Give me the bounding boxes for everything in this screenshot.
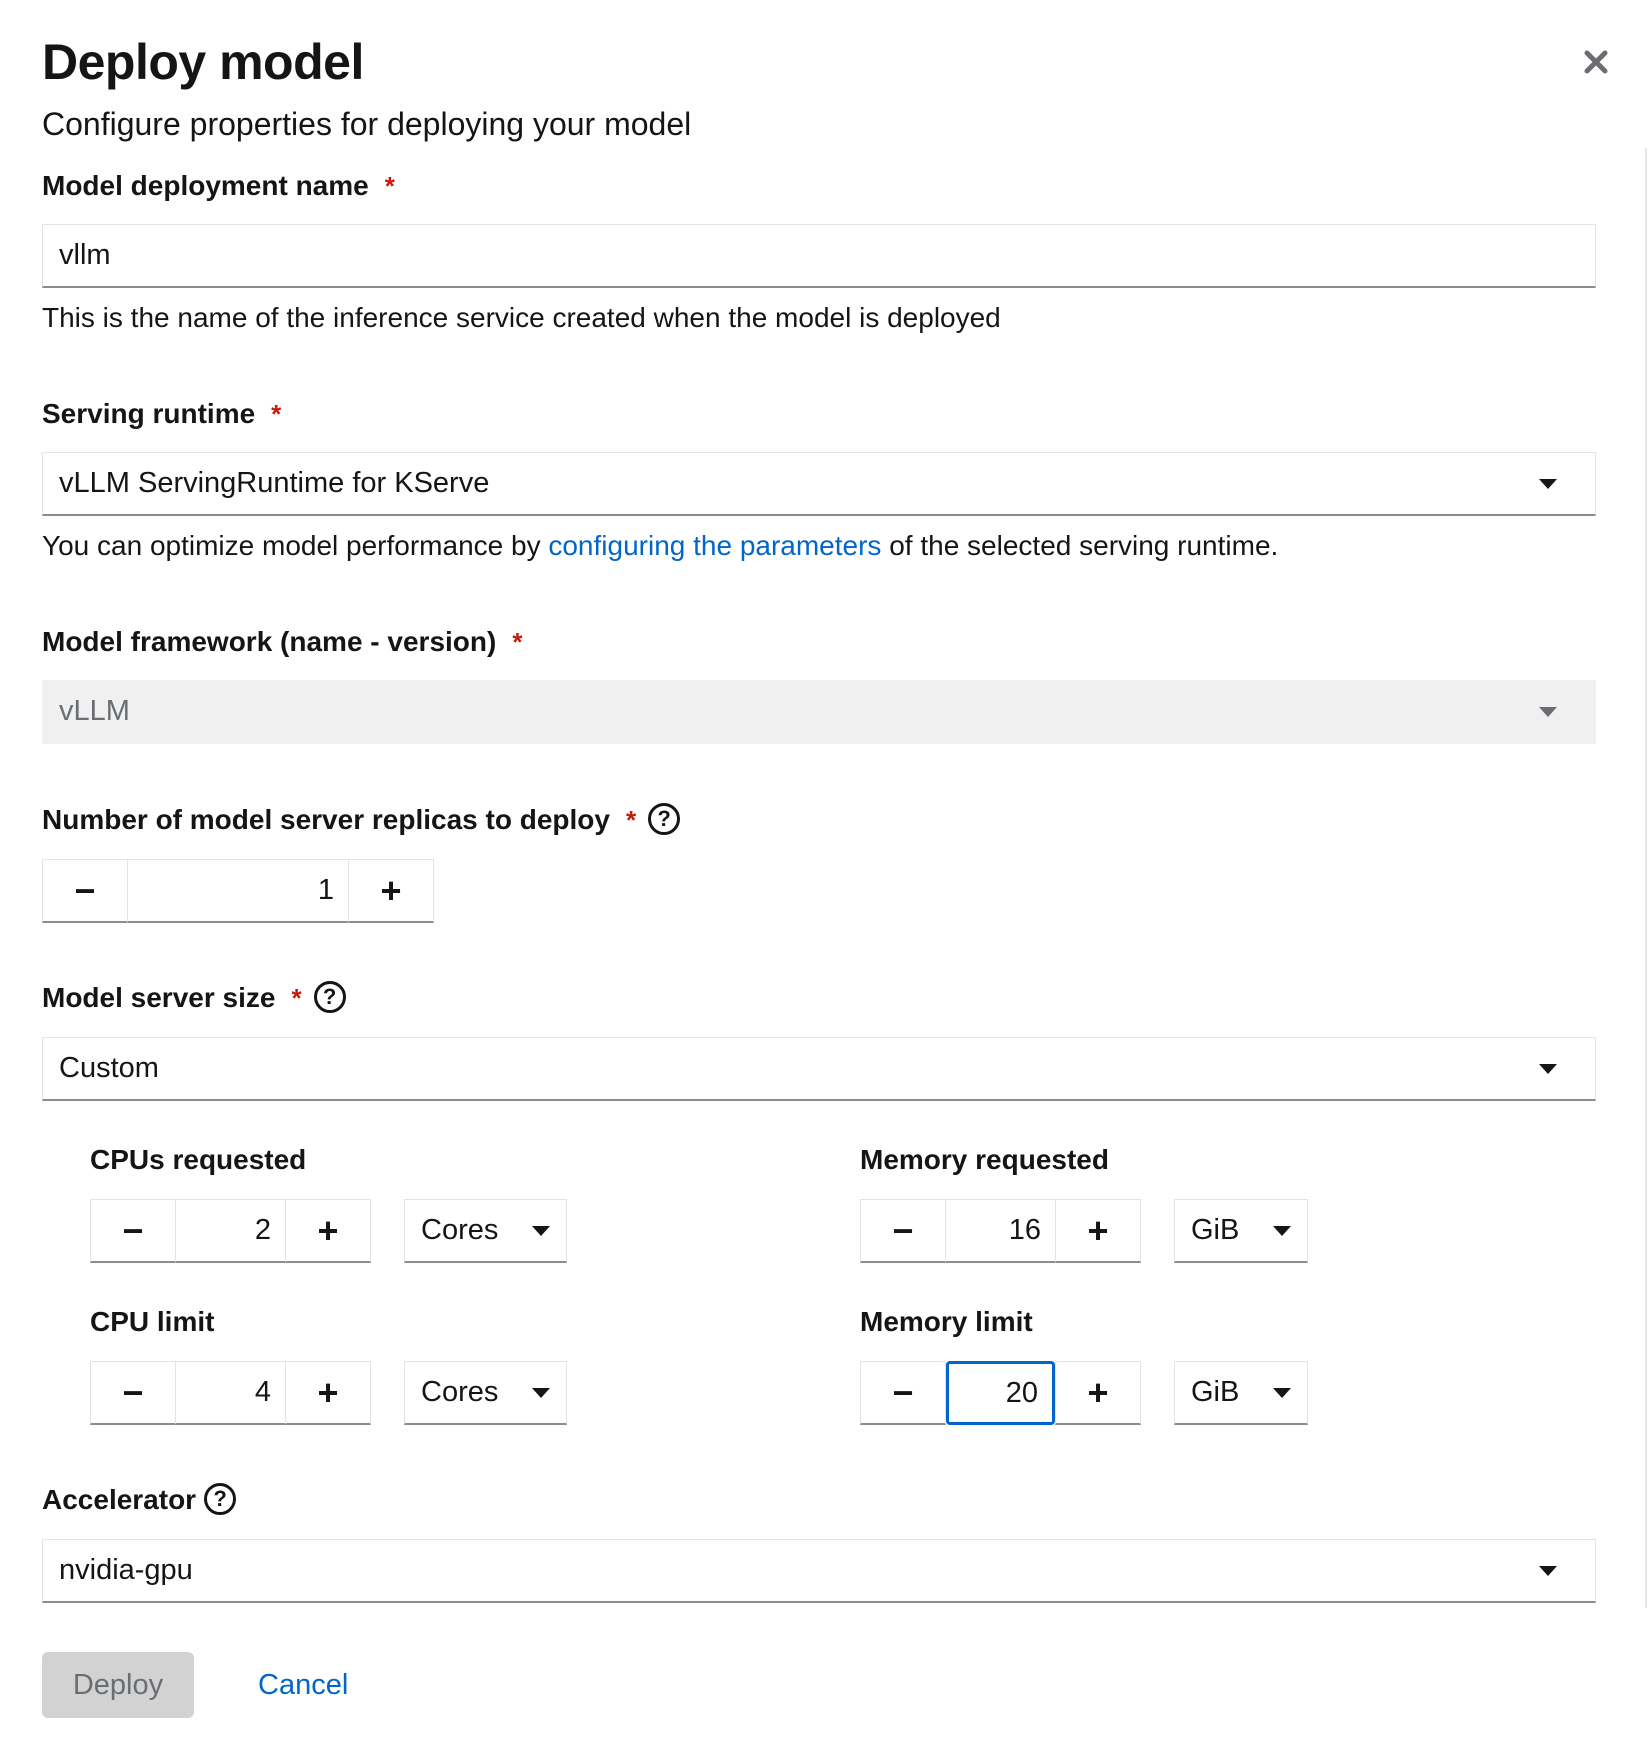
required-marker: *: [512, 627, 523, 657]
replicas-input[interactable]: 1: [128, 859, 348, 923]
memory-requested-input[interactable]: 16: [946, 1199, 1055, 1263]
help-icon[interactable]: ?: [204, 1482, 237, 1515]
replicas-stepper: − 1 +: [42, 859, 434, 923]
required-marker: *: [384, 171, 395, 201]
model-framework-select: vLLM: [42, 680, 1596, 744]
cpus-requested-input[interactable]: 2: [176, 1199, 285, 1263]
serving-runtime-label: Serving runtime *: [42, 398, 282, 429]
cpus-requested-stepper: − 2 +: [90, 1199, 371, 1263]
server-size-label: Model server size *?: [42, 980, 346, 1016]
memory-limit-stepper: − 20 +: [860, 1361, 1141, 1425]
caret-down-icon: [1539, 1565, 1557, 1576]
decrement-button[interactable]: −: [42, 859, 128, 923]
cpu-limit-label: CPU limit: [90, 1306, 215, 1337]
deploy-button[interactable]: Deploy: [42, 1652, 194, 1718]
configure-parameters-link[interactable]: configuring the parameters: [548, 530, 881, 561]
modal-title: Deploy model: [42, 34, 364, 90]
decrement-button[interactable]: −: [860, 1361, 946, 1425]
server-size-select[interactable]: Custom: [42, 1037, 1596, 1101]
caret-down-icon: [1539, 706, 1557, 717]
memory-requested-stepper: − 16 +: [860, 1199, 1141, 1263]
increment-button[interactable]: +: [285, 1199, 371, 1263]
required-marker: *: [271, 399, 282, 429]
increment-button[interactable]: +: [348, 859, 434, 923]
close-button[interactable]: [1578, 44, 1614, 80]
cpu-limit-unit-select[interactable]: Cores: [404, 1361, 568, 1425]
memory-requested-unit-select[interactable]: GiB: [1174, 1199, 1309, 1263]
caret-down-icon: [1273, 1387, 1292, 1398]
help-icon[interactable]: ?: [648, 802, 681, 835]
deployment-name-helper: This is the name of the inference servic…: [42, 302, 1001, 333]
caret-down-icon: [1539, 1063, 1557, 1074]
help-icon[interactable]: ?: [313, 980, 346, 1013]
close-icon: [1584, 50, 1608, 74]
replicas-label: Number of model server replicas to deplo…: [42, 802, 681, 838]
deployment-name-label: Model deployment name *: [42, 170, 395, 201]
memory-limit-label: Memory limit: [860, 1306, 1033, 1337]
cpus-requested-unit-select[interactable]: Cores: [404, 1199, 568, 1263]
decrement-button[interactable]: −: [90, 1199, 176, 1263]
accelerator-select[interactable]: nvidia-gpu: [42, 1539, 1596, 1603]
serving-runtime-select[interactable]: vLLM ServingRuntime for KServe: [42, 452, 1596, 516]
caret-down-icon: [532, 1225, 551, 1236]
caret-down-icon: [532, 1387, 551, 1398]
cpu-limit-input[interactable]: 4: [176, 1361, 285, 1425]
caret-down-icon: [1273, 1225, 1292, 1236]
required-marker: *: [291, 983, 302, 1013]
decrement-button[interactable]: −: [860, 1199, 946, 1263]
increment-button[interactable]: +: [285, 1361, 371, 1425]
memory-limit-unit-select[interactable]: GiB: [1174, 1361, 1309, 1425]
deployment-name-input[interactable]: vllm: [42, 224, 1596, 288]
scrollbar-track[interactable]: [1645, 148, 1647, 1608]
model-framework-label: Model framework (name - version) *: [42, 626, 523, 657]
caret-down-icon: [1539, 478, 1557, 489]
modal-subtitle: Configure properties for deploying your …: [42, 106, 692, 142]
cancel-button[interactable]: Cancel: [258, 1652, 348, 1718]
cpus-requested-label: CPUs requested: [90, 1144, 307, 1175]
required-marker: *: [625, 805, 637, 835]
accelerator-label: Accelerator?: [42, 1482, 237, 1518]
increment-button[interactable]: +: [1055, 1361, 1141, 1425]
serving-runtime-helper: You can optimize model performance by co…: [42, 530, 1279, 561]
memory-limit-input[interactable]: 20: [946, 1361, 1055, 1425]
decrement-button[interactable]: −: [90, 1361, 176, 1425]
cpu-limit-stepper: − 4 +: [90, 1361, 371, 1425]
memory-requested-label: Memory requested: [860, 1144, 1109, 1175]
increment-button[interactable]: +: [1055, 1199, 1141, 1263]
